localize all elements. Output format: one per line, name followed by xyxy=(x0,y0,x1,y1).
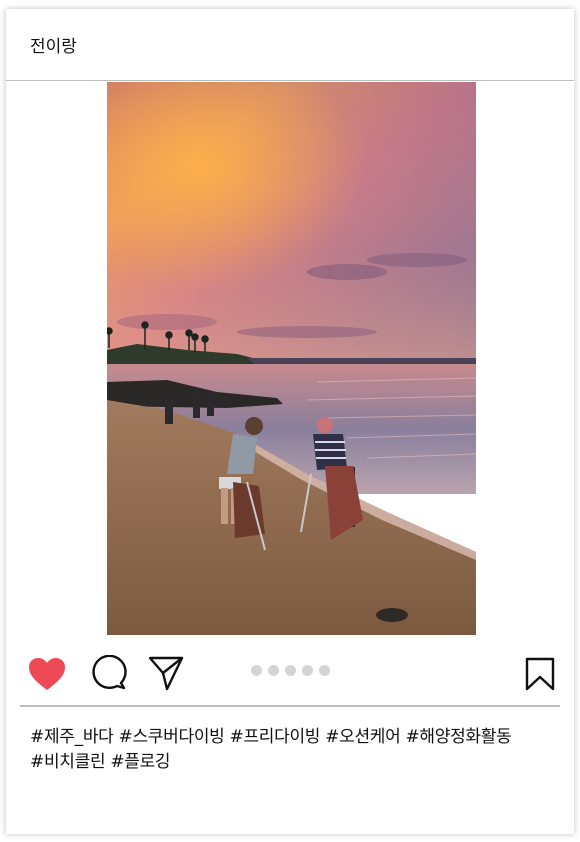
paper-plane-icon[interactable] xyxy=(148,655,184,691)
hashtag-link[interactable]: #비치클린 xyxy=(30,752,106,772)
carousel-dot[interactable] xyxy=(302,665,313,676)
hashtag-link[interactable]: #해양정화활동 xyxy=(405,727,511,747)
carousel-dot[interactable] xyxy=(251,665,262,676)
hashtag-link[interactable]: #프리다이빙 xyxy=(230,727,321,747)
beach-cleanup-photo-image xyxy=(107,82,476,635)
like-heart-icon[interactable] xyxy=(28,657,66,691)
carousel-dot[interactable] xyxy=(285,665,296,676)
carousel-dot[interactable] xyxy=(319,665,330,676)
bookmark-icon[interactable] xyxy=(525,657,555,691)
hashtag-caption: #제주_바다 #스쿠버다이빙 #프리다이빙 #오션케어 #해양정화활동 #비치클린 #플로깅 xyxy=(30,725,560,775)
hashtag-link[interactable]: #스쿠버다이빙 xyxy=(119,727,225,747)
post-username[interactable]: 전이랑 xyxy=(30,32,77,57)
carousel-dot[interactable] xyxy=(268,665,279,676)
hashtag-link[interactable]: #오션케어 xyxy=(325,727,401,747)
carousel-dots xyxy=(251,665,330,676)
divider xyxy=(20,705,560,707)
hashtag-link[interactable]: #플로깅 xyxy=(110,752,170,772)
comment-bubble-icon[interactable] xyxy=(91,655,127,691)
post-photo[interactable] xyxy=(107,82,476,635)
post-card: 전이랑 #제주_바다 #스쿠버다이빙 #프리다이빙 #오션케어 #해양정화활동 … xyxy=(6,9,574,834)
hashtag-link[interactable]: #제주_바다 xyxy=(30,727,114,747)
post-header: 전이랑 xyxy=(6,9,574,81)
post-action-bar xyxy=(6,649,574,705)
